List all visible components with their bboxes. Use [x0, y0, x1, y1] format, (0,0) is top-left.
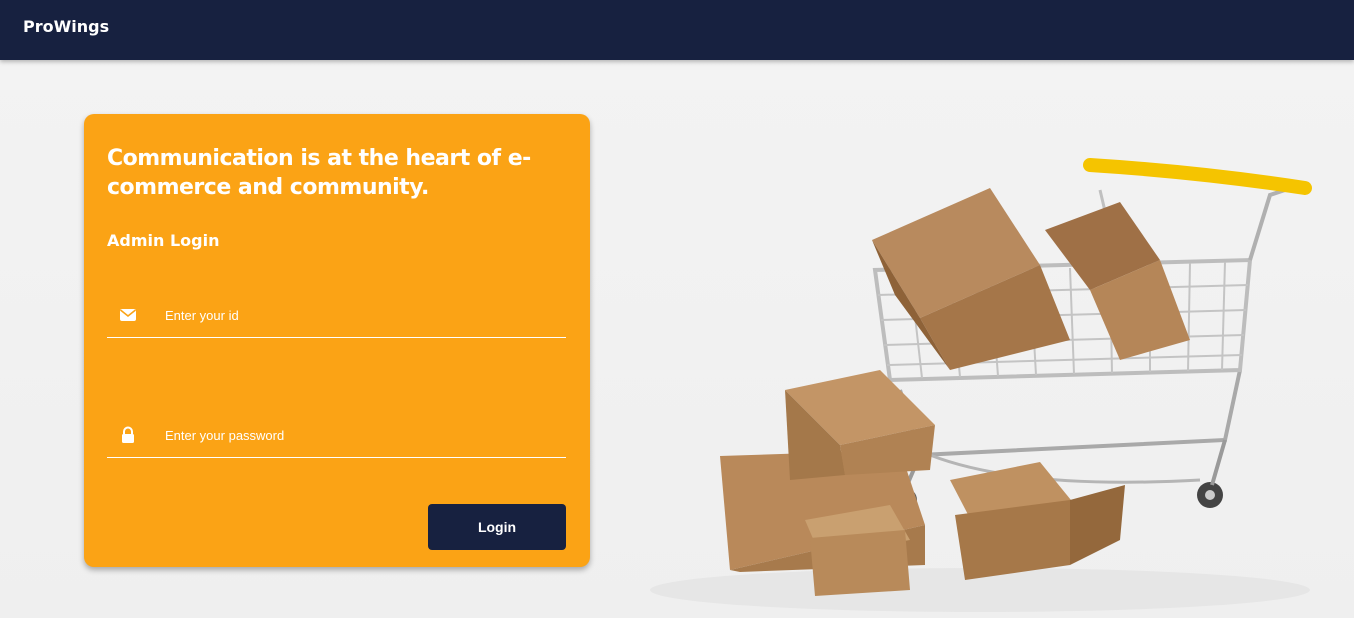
admin-login-title: Admin Login — [107, 231, 220, 250]
password-field — [107, 414, 566, 458]
id-field — [107, 294, 566, 338]
login-headline: Communication is at the heart of e-comme… — [107, 146, 531, 200]
password-input[interactable] — [165, 422, 555, 448]
id-input[interactable] — [165, 302, 555, 328]
login-card: Communication is at the heart of e-comme… — [84, 114, 590, 567]
lock-icon — [122, 426, 134, 443]
login-button[interactable]: Login — [428, 504, 566, 550]
shopping-cart-illustration — [650, 158, 1312, 612]
envelope-icon — [120, 309, 136, 321]
brand-logo-text[interactable]: ProWings — [23, 17, 109, 36]
top-navbar: ProWings — [0, 0, 1354, 60]
